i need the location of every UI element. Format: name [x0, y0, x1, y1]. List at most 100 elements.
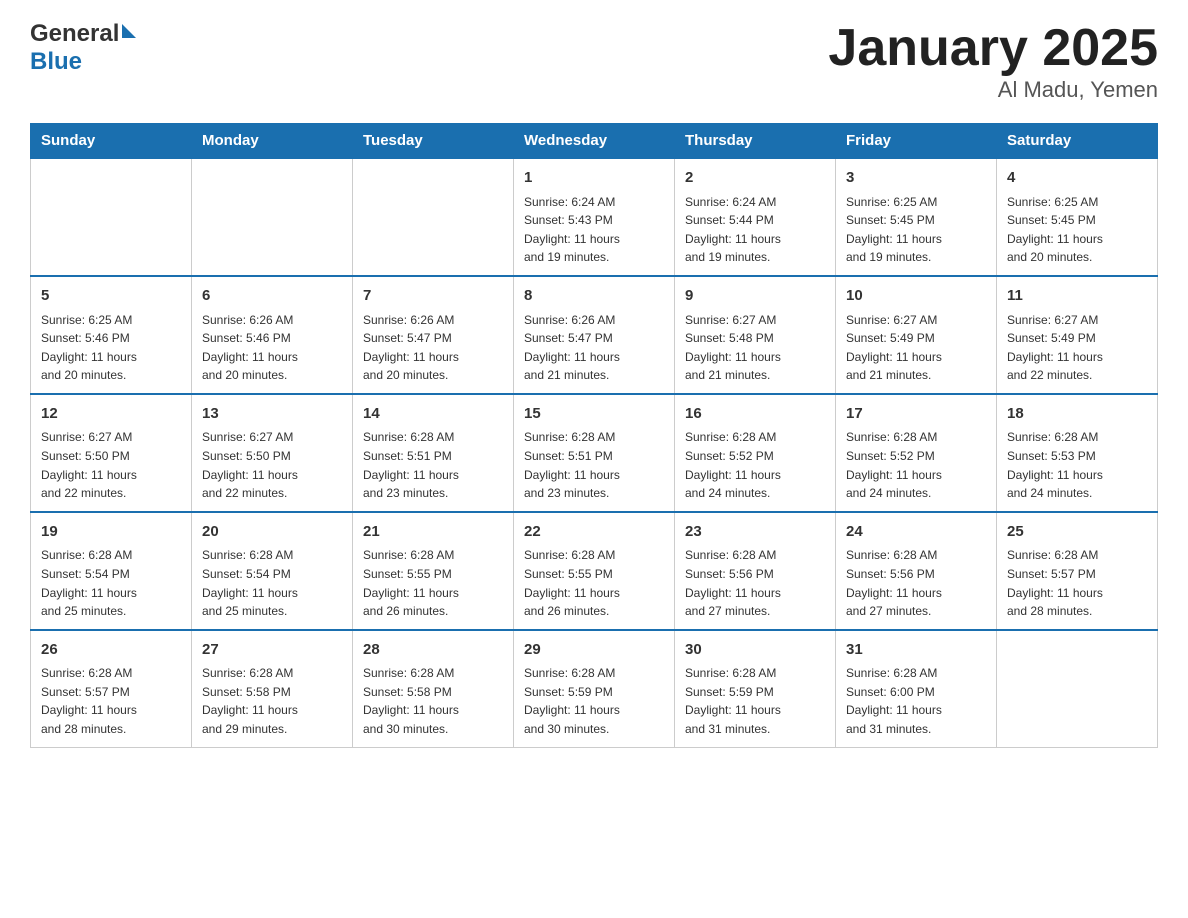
calendar-cell	[192, 158, 353, 276]
calendar-cell: 4 Sunrise: 6:25 AMSunset: 5:45 PMDaylight…	[997, 158, 1158, 276]
day-info: Sunrise: 6:27 AMSunset: 5:49 PMDaylight:…	[846, 311, 986, 385]
day-number: 1	[524, 167, 664, 190]
day-number: 31	[846, 639, 986, 662]
day-number: 24	[846, 521, 986, 544]
calendar-cell: 8Sunrise: 6:26 AMSunset: 5:47 PMDaylight…	[514, 276, 675, 394]
calendar-cell: 28Sunrise: 6:28 AMSunset: 5:58 PMDayligh…	[353, 630, 514, 747]
calendar-cell: 2Sunrise: 6:24 AMSunset: 5:44 PMDaylight…	[675, 158, 836, 276]
calendar-cell: 31Sunrise: 6:28 AMSunset: 6:00 PMDayligh…	[836, 630, 997, 747]
day-number: 9	[685, 285, 825, 308]
day-number: 26	[41, 639, 181, 662]
day-info: Sunrise: 6:28 AMSunset: 5:54 PMDaylight:…	[41, 546, 181, 620]
day-number: 3	[846, 167, 986, 190]
calendar-cell: 12Sunrise: 6:27 AMSunset: 5:50 PMDayligh…	[31, 394, 192, 512]
day-number: 28	[363, 639, 503, 662]
calendar-table: SundayMondayTuesdayWednesdayThursdayFrid…	[30, 123, 1158, 747]
calendar-cell: 27Sunrise: 6:28 AMSunset: 5:58 PMDayligh…	[192, 630, 353, 747]
day-info: Sunrise: 6:28 AMSunset: 5:55 PMDaylight:…	[524, 546, 664, 620]
day-info: Sunrise: 6:28 AMSunset: 5:59 PMDaylight:…	[524, 664, 664, 738]
day-info: Sunrise: 6:28 AMSunset: 5:57 PMDaylight:…	[41, 664, 181, 738]
calendar-cell: 20Sunrise: 6:28 AMSunset: 5:54 PMDayligh…	[192, 512, 353, 630]
day-number: 13	[202, 403, 342, 426]
day-number: 18	[1007, 403, 1147, 426]
day-number: 8	[524, 285, 664, 308]
day-info: Sunrise: 6:24 AMSunset: 5:44 PMDaylight:…	[685, 193, 825, 267]
day-number: 11	[1007, 285, 1147, 308]
day-number: 14	[363, 403, 503, 426]
calendar-cell: 29Sunrise: 6:28 AMSunset: 5:59 PMDayligh…	[514, 630, 675, 747]
calendar-cell: 5 Sunrise: 6:25 AMSunset: 5:46 PMDaylight…	[31, 276, 192, 394]
calendar-cell: 13Sunrise: 6:27 AMSunset: 5:50 PMDayligh…	[192, 394, 353, 512]
calendar-cell	[997, 630, 1158, 747]
calendar-title: January 2025	[828, 20, 1158, 77]
calendar-cell: 16Sunrise: 6:28 AMSunset: 5:52 PMDayligh…	[675, 394, 836, 512]
day-info: Sunrise: 6:24 AMSunset: 5:43 PMDaylight:…	[524, 193, 664, 267]
calendar-cell: 10Sunrise: 6:27 AMSunset: 5:49 PMDayligh…	[836, 276, 997, 394]
calendar-body: 1 Sunrise: 6:24 AMSunset: 5:43 PMDaylight…	[31, 158, 1158, 747]
calendar-cell: 11 Sunrise: 6:27 AMSunset: 5:49 PMDayligh…	[997, 276, 1158, 394]
calendar-cell: 23Sunrise: 6:28 AMSunset: 5:56 PMDayligh…	[675, 512, 836, 630]
calendar-cell: 15Sunrise: 6:28 AMSunset: 5:51 PMDayligh…	[514, 394, 675, 512]
day-info: Sunrise: 6:26 AMSunset: 5:47 PMDaylight:…	[363, 311, 503, 385]
logo-blue-text: Blue	[30, 48, 82, 76]
calendar-cell: 26Sunrise: 6:28 AMSunset: 5:57 PMDayligh…	[31, 630, 192, 747]
day-info: Sunrise: 6:27 AMSunset: 5:49 PMDaylight:…	[1007, 311, 1147, 385]
calendar-cell: 1 Sunrise: 6:24 AMSunset: 5:43 PMDaylight…	[514, 158, 675, 276]
calendar-cell: 17Sunrise: 6:28 AMSunset: 5:52 PMDayligh…	[836, 394, 997, 512]
logo-arrow-icon	[122, 24, 136, 38]
day-number: 5	[41, 285, 181, 308]
day-info: Sunrise: 6:28 AMSunset: 5:51 PMDaylight:…	[524, 428, 664, 502]
day-info: Sunrise: 6:28 AMSunset: 5:57 PMDaylight:…	[1007, 546, 1147, 620]
weekday-header-tuesday: Tuesday	[353, 124, 514, 159]
day-number: 19	[41, 521, 181, 544]
day-number: 21	[363, 521, 503, 544]
day-number: 12	[41, 403, 181, 426]
day-info: Sunrise: 6:28 AMSunset: 5:54 PMDaylight:…	[202, 546, 342, 620]
calendar-header: SundayMondayTuesdayWednesdayThursdayFrid…	[31, 124, 1158, 159]
logo: General Blue	[30, 20, 136, 76]
day-number: 29	[524, 639, 664, 662]
logo-general-text: General	[30, 20, 119, 48]
calendar-cell: 6Sunrise: 6:26 AMSunset: 5:46 PMDaylight…	[192, 276, 353, 394]
calendar-cell: 3 Sunrise: 6:25 AMSunset: 5:45 PMDaylight…	[836, 158, 997, 276]
weekday-header-friday: Friday	[836, 124, 997, 159]
calendar-cell: 7Sunrise: 6:26 AMSunset: 5:47 PMDaylight…	[353, 276, 514, 394]
day-info: Sunrise: 6:28 AMSunset: 5:51 PMDaylight:…	[363, 428, 503, 502]
weekday-header-row: SundayMondayTuesdayWednesdayThursdayFrid…	[31, 124, 1158, 159]
weekday-header-sunday: Sunday	[31, 124, 192, 159]
day-number: 16	[685, 403, 825, 426]
calendar-week-3: 12Sunrise: 6:27 AMSunset: 5:50 PMDayligh…	[31, 394, 1158, 512]
page-header: General Blue January 2025 Al Madu, Yemen	[30, 20, 1158, 103]
weekday-header-saturday: Saturday	[997, 124, 1158, 159]
calendar-location: Al Madu, Yemen	[828, 77, 1158, 103]
day-info: Sunrise: 6:25 AMSunset: 5:46 PMDaylight:…	[41, 311, 181, 385]
calendar-cell: 21Sunrise: 6:28 AMSunset: 5:55 PMDayligh…	[353, 512, 514, 630]
day-info: Sunrise: 6:28 AMSunset: 5:55 PMDaylight:…	[363, 546, 503, 620]
calendar-week-2: 5 Sunrise: 6:25 AMSunset: 5:46 PMDaylight…	[31, 276, 1158, 394]
day-number: 25	[1007, 521, 1147, 544]
weekday-header-thursday: Thursday	[675, 124, 836, 159]
day-info: Sunrise: 6:28 AMSunset: 5:56 PMDaylight:…	[685, 546, 825, 620]
day-info: Sunrise: 6:25 AMSunset: 5:45 PMDaylight:…	[1007, 193, 1147, 267]
day-number: 20	[202, 521, 342, 544]
calendar-cell: 25Sunrise: 6:28 AMSunset: 5:57 PMDayligh…	[997, 512, 1158, 630]
calendar-cell: 9 Sunrise: 6:27 AMSunset: 5:48 PMDaylight…	[675, 276, 836, 394]
calendar-week-4: 19Sunrise: 6:28 AMSunset: 5:54 PMDayligh…	[31, 512, 1158, 630]
calendar-cell: 18Sunrise: 6:28 AMSunset: 5:53 PMDayligh…	[997, 394, 1158, 512]
weekday-header-wednesday: Wednesday	[514, 124, 675, 159]
calendar-cell	[31, 158, 192, 276]
day-info: Sunrise: 6:28 AMSunset: 5:56 PMDaylight:…	[846, 546, 986, 620]
calendar-cell: 14Sunrise: 6:28 AMSunset: 5:51 PMDayligh…	[353, 394, 514, 512]
calendar-cell: 30Sunrise: 6:28 AMSunset: 5:59 PMDayligh…	[675, 630, 836, 747]
day-info: Sunrise: 6:27 AMSunset: 5:48 PMDaylight:…	[685, 311, 825, 385]
calendar-cell	[353, 158, 514, 276]
day-info: Sunrise: 6:28 AMSunset: 5:59 PMDaylight:…	[685, 664, 825, 738]
day-number: 23	[685, 521, 825, 544]
day-info: Sunrise: 6:28 AMSunset: 5:53 PMDaylight:…	[1007, 428, 1147, 502]
day-number: 22	[524, 521, 664, 544]
day-number: 4	[1007, 167, 1147, 190]
day-info: Sunrise: 6:28 AMSunset: 5:58 PMDaylight:…	[202, 664, 342, 738]
day-info: Sunrise: 6:25 AMSunset: 5:45 PMDaylight:…	[846, 193, 986, 267]
weekday-header-monday: Monday	[192, 124, 353, 159]
day-number: 6	[202, 285, 342, 308]
